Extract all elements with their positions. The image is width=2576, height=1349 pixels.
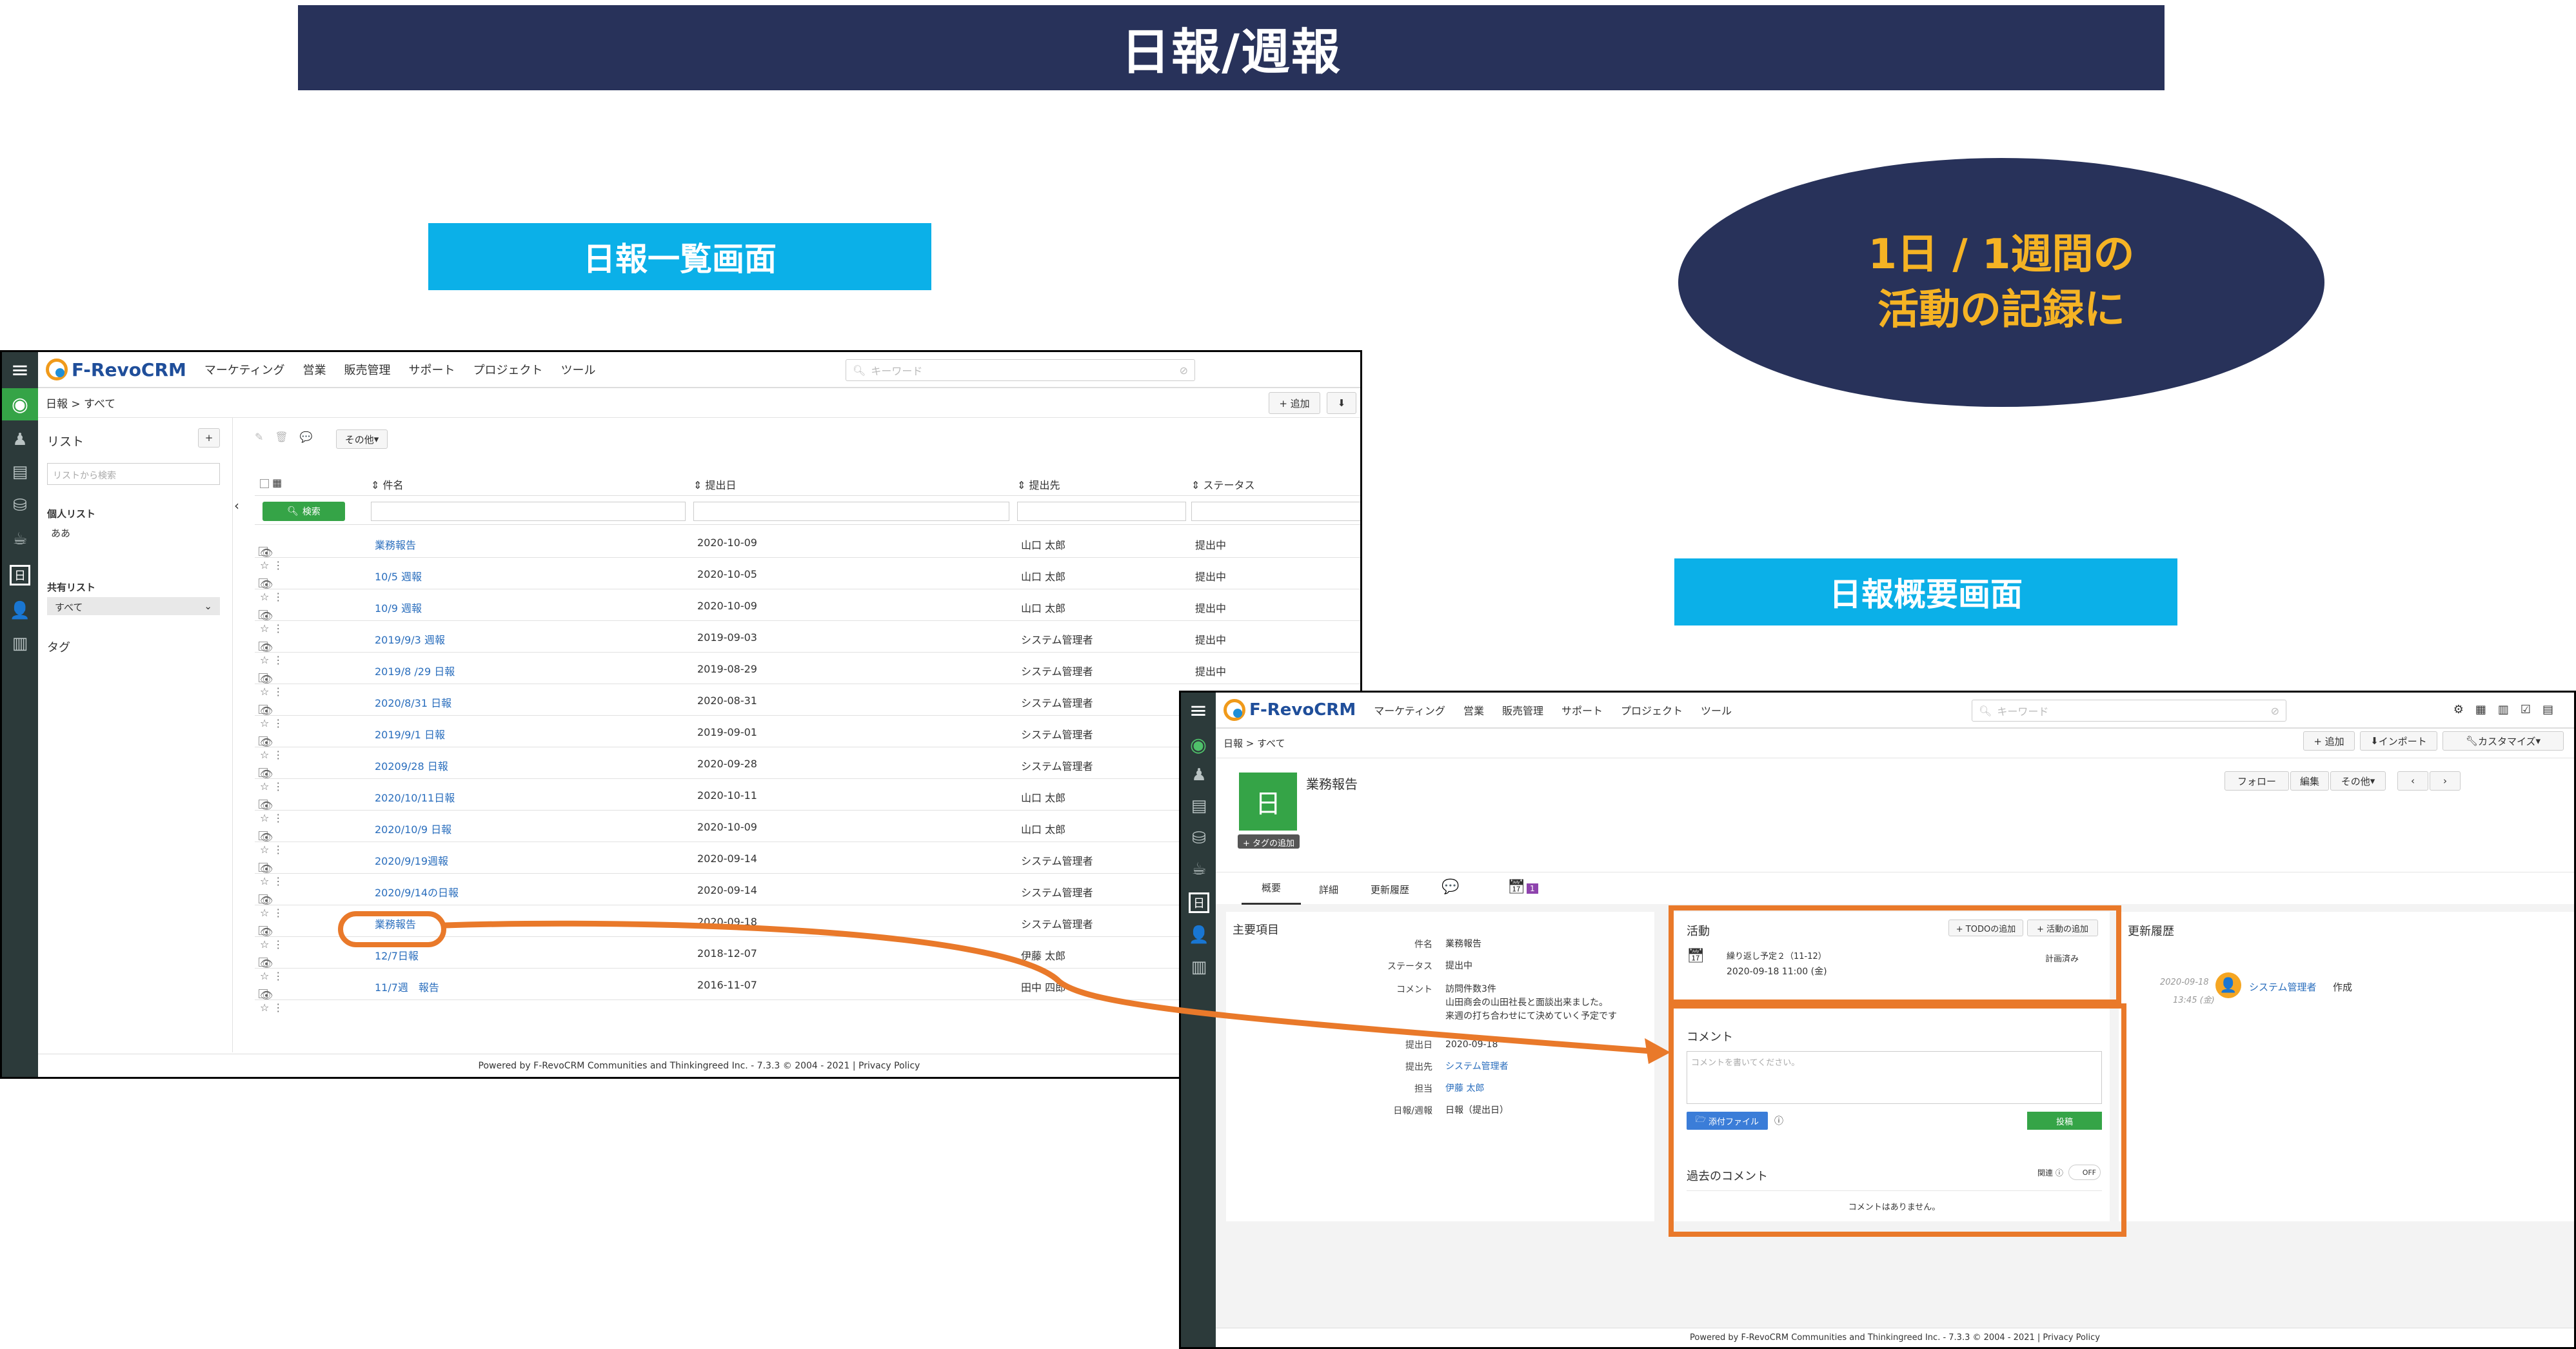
connector-arrowhead: [1645, 1038, 1670, 1064]
connector-line: [444, 920, 1652, 1054]
connector-arrow: [444, 920, 1670, 1064]
